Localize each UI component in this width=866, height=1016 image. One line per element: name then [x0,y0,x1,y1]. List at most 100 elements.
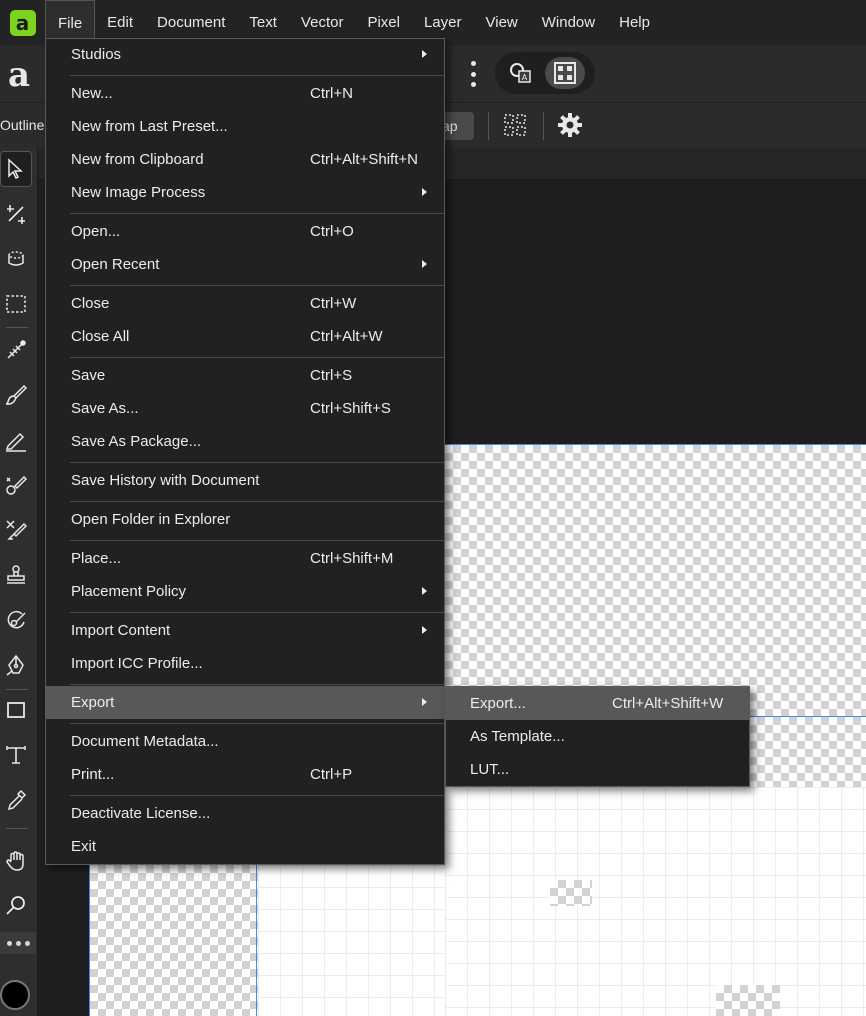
menu-separator [70,540,444,541]
menu-item-label: Deactivate License... [71,805,211,822]
submenu-arrow-icon [422,698,427,706]
assets-icon[interactable]: A [501,57,541,89]
menu-item-label: Open Recent [71,256,160,273]
rectangle-tool-icon[interactable] [0,692,32,728]
submenu-arrow-icon [422,587,427,595]
menu-separator [70,357,444,358]
menu-item-label: Save As Package... [71,433,202,450]
menu-item-placement-policy[interactable]: Placement Policy [46,575,444,608]
menu-item-new[interactable]: New... Ctrl+N [46,77,444,110]
menu-item-shortcut: Ctrl+S [310,367,353,384]
menu-item-label: Document Metadata... [71,733,219,750]
menu-item-import-icc-profile[interactable]: Import ICC Profile... [46,647,444,680]
menu-item-open[interactable]: Open... Ctrl+O [46,215,444,248]
menu-item-label: New from Last Preset... [71,118,228,135]
toolbar-divider [488,112,489,140]
outline-label[interactable]: Outline [0,117,44,133]
clone-stamp-icon[interactable] [0,557,32,593]
svg-text:A: A [522,73,528,82]
zoom-tool-icon[interactable] [0,888,32,924]
alignment-grid-icon[interactable] [503,113,527,142]
menu-item-close[interactable]: Close Ctrl+W [46,287,444,320]
menu-item-save-history-with-document[interactable]: Save History with Document [46,464,444,497]
menu-item-place[interactable]: Place... Ctrl+Shift+M [46,542,444,575]
menu-item-save-as[interactable]: Save As... Ctrl+Shift+S [46,392,444,425]
gear-icon[interactable] [557,112,583,143]
more-options-icon[interactable] [466,59,480,89]
menu-item-open-recent[interactable]: Open Recent [46,248,444,281]
view-mode-toggle: A [495,52,595,94]
grid-view-icon[interactable] [545,57,585,89]
menu-item-label: Import Content [71,622,171,639]
menu-item-label: Close All [71,328,130,345]
healing-brush-icon[interactable] [0,602,32,638]
more-tools-icon[interactable] [0,932,36,954]
menu-separator [70,612,444,613]
menu-item-shortcut: Ctrl+Alt+Shift+N [310,151,418,168]
submenu-item-label: LUT... [470,761,510,778]
menu-item-exit[interactable]: Exit [46,830,444,863]
pencil-tool-icon[interactable] [0,422,32,458]
submenu-item-lut[interactable]: LUT... [446,753,749,786]
menu-item-new-from-clipboard[interactable]: New from Clipboard Ctrl+Alt+Shift+N [46,143,444,176]
canvas-guide-line [89,865,90,1016]
menu-item-label: Save History with Document [71,472,260,489]
canvas-transparent-area [550,880,592,906]
pen-tool-icon[interactable] [0,647,32,683]
primary-color-swatch[interactable] [0,980,30,1010]
export-submenu: Export... Ctrl+Alt+Shift+W As Template... L… [445,686,750,787]
menu-view[interactable]: View [474,0,530,45]
menu-item-document-metadata[interactable]: Document Metadata... [46,725,444,758]
menu-separator [70,684,444,685]
toolbar-divider [543,112,544,140]
marquee-tool-icon[interactable] [0,286,32,322]
gradient-tool-icon[interactable] [0,332,32,368]
canvas-transparent-area [716,985,780,1016]
menu-item-label: Place... [71,550,122,567]
file-menu-dropdown: Studios New... Ctrl+N New from Last Preset.… [45,38,445,865]
menu-item-export[interactable]: Export [46,686,444,719]
paint-brush-icon[interactable] [0,377,32,413]
menu-item-label: Exit [71,838,97,855]
menu-item-studios[interactable]: Studios [46,38,444,71]
erase-brush-icon[interactable] [0,512,32,548]
affinity-logo-icon[interactable]: a [0,0,45,45]
tools-divider [6,689,28,690]
menu-item-deactivate-license[interactable]: Deactivate License... [46,797,444,830]
menu-separator [70,213,444,214]
submenu-arrow-icon [422,260,427,268]
menu-item-close-all[interactable]: Close All Ctrl+Alt+W [46,320,444,353]
submenu-item-label: Export... [470,695,526,712]
menu-item-label: Save [71,367,106,384]
menu-item-print[interactable]: Print... Ctrl+P [46,758,444,791]
color-picker-icon[interactable] [0,782,32,818]
menu-item-label: Open... [71,223,121,240]
menu-item-shortcut: Ctrl+P [310,766,353,783]
menu-window[interactable]: Window [530,0,607,45]
menu-item-import-content[interactable]: Import Content [46,614,444,647]
move-tool-icon[interactable] [0,151,32,187]
submenu-arrow-icon [422,50,427,58]
selection-brush-icon[interactable] [0,241,32,277]
menu-help[interactable]: Help [607,0,662,45]
menu-item-save[interactable]: Save Ctrl+S [46,359,444,392]
menu-item-open-folder-in-explorer[interactable]: Open Folder in Explorer [46,503,444,536]
menu-item-new-from-last-preset[interactable]: New from Last Preset... [46,110,444,143]
menu-item-label: New... [71,85,113,102]
menu-item-new-image-process[interactable]: New Image Process [46,176,444,209]
menu-separator [70,501,444,502]
text-tool-icon[interactable] [0,737,32,773]
crop-tool-icon[interactable] [0,196,32,232]
hand-tool-icon[interactable] [0,843,32,879]
menu-item-label: Import ICC Profile... [71,655,203,672]
retouch-brush-icon[interactable] [0,467,32,503]
menu-item-shortcut: Ctrl+Shift+M [310,550,394,567]
submenu-item-as-template[interactable]: As Template... [446,720,749,753]
menu-item-shortcut: Ctrl+N [310,85,353,102]
menu-item-shortcut: Ctrl+W [310,295,357,312]
canvas-artwork [258,865,445,1016]
logo-mark: a [9,9,36,36]
menu-item-save-as-package[interactable]: Save As Package... [46,425,444,458]
submenu-item-export[interactable]: Export... Ctrl+Alt+Shift+W [446,687,749,720]
studio-logo-icon[interactable]: a [0,52,38,97]
